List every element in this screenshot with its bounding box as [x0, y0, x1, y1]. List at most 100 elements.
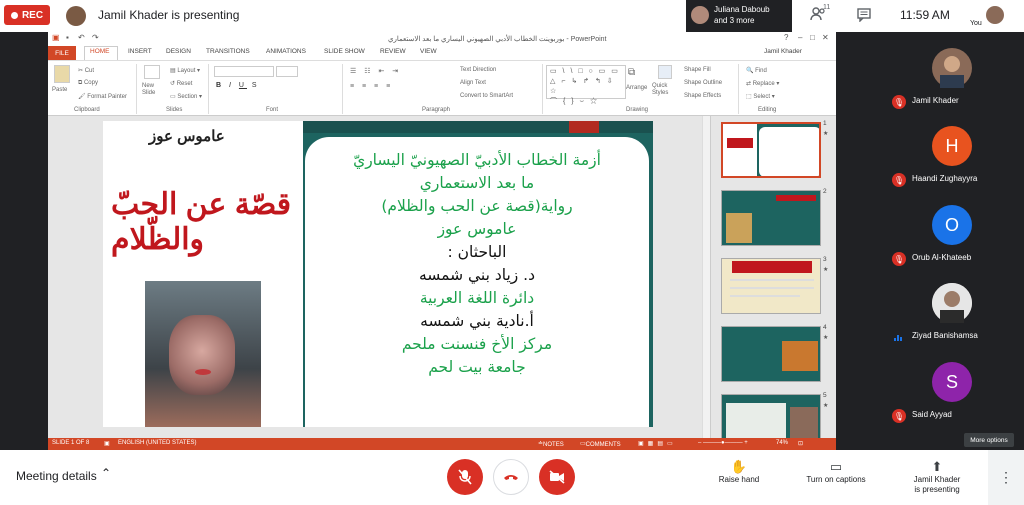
tab-transitions[interactable]: TRANSITIONS — [206, 48, 250, 55]
font-size-box[interactable] — [276, 66, 298, 77]
slide-scrollbar[interactable] — [702, 116, 710, 438]
ppt-title-bar: ▣ ▪ ↶ ↷ بوربوينت الخطاب الأدبي الصهيوني … — [48, 32, 836, 46]
mic-toggle-button[interactable] — [447, 459, 483, 495]
thumb-star-icon: ★ — [823, 131, 829, 137]
section-label: Section — [177, 94, 198, 100]
leave-call-button[interactable] — [493, 459, 529, 495]
align-text-button[interactable]: Align Text — [460, 80, 486, 86]
slide-thumbnail[interactable] — [721, 190, 821, 246]
presenter-avatar — [66, 6, 86, 26]
font-format-buttons[interactable]: B I U S — [216, 82, 260, 89]
select-label: Select — [753, 94, 771, 100]
tab-slide-show[interactable]: SLIDE SHOW — [324, 48, 365, 55]
select-button[interactable]: ⬚ Select ▾ — [746, 93, 775, 100]
ppt-user[interactable]: Jamil Khader — [764, 48, 802, 55]
comments-label: COMMENTS — [585, 442, 621, 448]
cut-label: Cut — [84, 68, 95, 74]
zoom-slider[interactable]: – ———●——— + — [698, 440, 748, 446]
chevron-up-icon[interactable]: ⌃ — [101, 466, 111, 480]
new-slide-button[interactable]: New Slide — [142, 83, 166, 97]
camera-toggle-button[interactable] — [539, 459, 575, 495]
paste-button[interactable]: Paste — [52, 87, 67, 93]
captions-button[interactable]: ▭ Turn on captions — [798, 460, 874, 485]
comments-button[interactable]: ▭ COMMENTS — [580, 440, 621, 448]
quick-styles-button[interactable]: Quick Styles — [652, 83, 680, 97]
proofing-icon[interactable]: ▣ — [104, 440, 110, 447]
section-button[interactable]: ▭ Section ▾ — [170, 93, 202, 100]
tab-design[interactable]: DESIGN — [166, 48, 191, 55]
shapes-gallery[interactable]: ▭ \ \ □ ○ ▭ ▭ △ ⌐ ↳ ↱ ↰ ⇩ ☆ ⌒ { } ⌣ ☆ — [546, 65, 626, 105]
cover-title: قصّة عن الحبّ والظّلام — [111, 188, 292, 256]
more-options-tooltip: More options — [964, 433, 1014, 447]
presenting-button[interactable]: ⬆ Jamil Khader is presenting — [900, 460, 974, 495]
minimize-icon[interactable]: – — [798, 33, 802, 42]
reset-button[interactable]: ↺ Reset — [170, 80, 192, 87]
replace-button[interactable]: ⇄ Replace ▾ — [746, 80, 779, 87]
language-status[interactable]: ENGLISH (UNITED STATES) — [118, 440, 196, 446]
meeting-details-button[interactable]: Meeting details — [16, 469, 97, 483]
cover-lips — [195, 369, 211, 375]
cut-button[interactable]: ✂ Cut — [78, 67, 94, 74]
participant-tile[interactable]: 🎙 Jamil Khader — [886, 40, 1016, 112]
current-slide[interactable]: عاموس عوز قصّة عن الحبّ والظّلام أزمة ال… — [103, 121, 653, 427]
participant-tile[interactable]: S 🎙 Said Ayyad — [886, 354, 1016, 426]
self-avatar[interactable] — [986, 6, 1004, 24]
thumb-number: 4 — [823, 324, 827, 331]
camera-off-icon — [549, 470, 565, 484]
find-button[interactable]: 🔍 Find — [746, 67, 767, 74]
shape-fill-button[interactable]: Shape Fill — [684, 67, 711, 73]
ribbon-tabs: FILE HOME INSERT DESIGN TRANSITIONS ANIM… — [48, 46, 836, 60]
ppt-window-title: بوربوينت الخطاب الأدبي الصهيوني اليساري … — [388, 36, 607, 43]
slide-thumbnail[interactable] — [721, 258, 821, 314]
help-icon[interactable]: ? — [784, 33, 788, 42]
close-icon[interactable]: ✕ — [822, 33, 829, 42]
maximize-icon[interactable]: □ — [810, 33, 815, 42]
others-chip[interactable]: Juliana Daboub and 3 more — [686, 0, 792, 32]
convert-smartart-button[interactable]: Convert to SmartArt — [460, 93, 513, 99]
align-buttons[interactable]: ≡ ≡ ≡ ≡ — [350, 83, 393, 90]
tab-view[interactable]: VIEW — [420, 48, 437, 55]
chat-icon[interactable] — [857, 8, 871, 25]
reset-label: Reset — [176, 81, 193, 87]
mic-off-icon: 🎙 — [892, 409, 906, 423]
zoom-level[interactable]: 74% — [776, 440, 788, 446]
arrange-icon[interactable]: ⧉ — [628, 67, 635, 78]
new-slide-icon[interactable] — [144, 65, 160, 79]
meet-window: REC Jamil Khader is presenting Juliana D… — [0, 0, 1024, 505]
tab-file[interactable]: FILE — [48, 46, 76, 60]
slide-thumbnail[interactable] — [721, 326, 821, 382]
tab-home[interactable]: HOME — [90, 48, 110, 55]
notes-button[interactable]: ≐ NOTES — [538, 440, 564, 448]
tab-animations[interactable]: ANIMATIONS — [266, 48, 306, 55]
participant-avatar — [932, 48, 972, 88]
tab-review[interactable]: REVIEW — [380, 48, 406, 55]
participant-tile[interactable]: O 🎙 Orub Al-Khateeb — [886, 197, 1016, 269]
participant-tile[interactable]: H 🎙 Haandi Zughayyra — [886, 118, 1016, 190]
view-buttons[interactable]: ▣▦▤▭ — [638, 440, 677, 447]
tab-insert[interactable]: INSERT — [128, 48, 152, 55]
shape-outline-button[interactable]: Shape Outline — [684, 80, 722, 86]
fit-slide-icon[interactable]: ⊡ — [798, 440, 803, 447]
participant-tile[interactable]: Ziyad Banishamsa — [886, 275, 1016, 347]
mic-off-icon: 🎙 — [892, 95, 906, 109]
list-buttons[interactable]: ☰ ☷ ⇤ ⇥ — [350, 67, 401, 75]
shape-effects-button[interactable]: Shape Effects — [684, 93, 721, 99]
save-icon[interactable]: ▪ — [66, 33, 69, 42]
redo-icon[interactable]: ↷ — [92, 33, 99, 42]
layout-button[interactable]: ▤ Layout ▾ — [170, 67, 200, 74]
undo-icon[interactable]: ↶ — [78, 33, 85, 42]
ppt-status-bar: SLIDE 1 OF 8 ▣ ENGLISH (UNITED STATES) ≐… — [48, 438, 836, 450]
paste-icon[interactable] — [54, 65, 70, 83]
arrange-button[interactable]: Arrange — [626, 85, 647, 91]
chip-avatar — [691, 6, 709, 24]
format-painter-button[interactable]: 🖌 Format Painter — [78, 93, 127, 100]
more-options-icon[interactable]: ⋮ — [988, 450, 1024, 505]
thumb-card — [759, 127, 819, 176]
font-name-box[interactable] — [214, 66, 274, 77]
copy-button[interactable]: ⧉ Copy — [78, 80, 98, 87]
divider — [542, 64, 543, 114]
quick-styles-icon[interactable] — [658, 65, 672, 79]
slide-thumbnail[interactable] — [721, 122, 821, 178]
text-direction-button[interactable]: Text Direction — [460, 67, 496, 73]
raise-hand-button[interactable]: ✋ Raise hand — [712, 460, 766, 485]
